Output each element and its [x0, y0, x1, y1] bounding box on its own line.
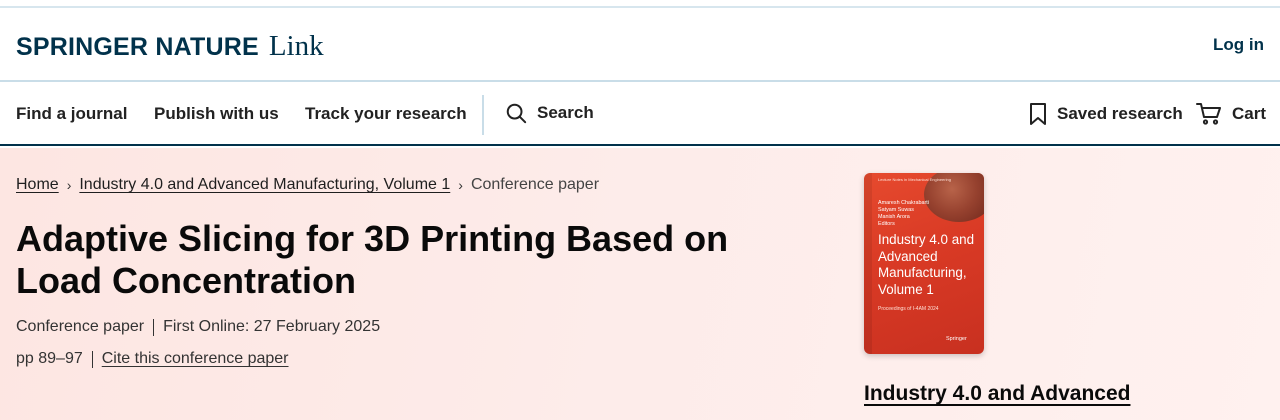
first-online-date: First Online: 27 February 2025 [163, 318, 381, 335]
site-header: SPRINGER NATURE Link Log in [0, 10, 1280, 82]
cover-editor: Amaresh Chakrabarti [878, 200, 929, 206]
content-type: Conference paper [16, 318, 145, 335]
breadcrumb-current: Conference paper [470, 176, 600, 193]
springer-nature-link-logo[interactable]: SPRINGER NATURE Link [16, 30, 324, 63]
nav-track-research[interactable]: Track your research [305, 104, 467, 124]
chevron-right-icon: › [66, 177, 72, 193]
cover-editor-label: Editors [878, 221, 895, 227]
search-icon [505, 102, 527, 124]
cite-link[interactable]: Cite this conference paper [102, 350, 289, 368]
cover-editors: Amaresh Chakrabarti Satyam Suwas Manish … [878, 200, 929, 228]
saved-research-button[interactable]: Saved research [1029, 102, 1183, 126]
cover-title: Industry 4.0 and Advanced Manufacturing,… [878, 232, 975, 297]
chevron-right-icon: › [458, 177, 463, 193]
book-title-link[interactable]: Industry 4.0 and Advanced [864, 382, 1130, 406]
cover-subtitle: Proceedings of I-4AM 2024 [878, 306, 939, 312]
cover-publisher: Springer [946, 336, 967, 342]
article-hero: Home › Industry 4.0 and Advanced Manufac… [0, 148, 1280, 420]
cart-label: Cart [1232, 104, 1267, 123]
page-title: Adaptive Slicing for 3D Printing Based o… [16, 218, 729, 301]
main-nav: Find a journal Publish with us Track you… [0, 84, 1280, 146]
meta-divider [153, 318, 155, 336]
cover-editor: Manish Arora [878, 214, 910, 220]
article-pages-line: pp 89–97 Cite this conference paper [16, 350, 289, 368]
cart-icon [1196, 102, 1222, 126]
search-label: Search [537, 103, 594, 122]
page-range: pp 89–97 [16, 350, 83, 367]
nav-find-journal[interactable]: Find a journal [16, 104, 127, 124]
cover-spine-band [864, 173, 872, 354]
book-cover[interactable]: Lecture Notes in Mechanical Engineering … [864, 173, 984, 354]
bookmark-icon [1029, 102, 1047, 126]
breadcrumb-home[interactable]: Home [16, 176, 59, 194]
article-meta: Conference paper First Online: 27 Februa… [16, 318, 380, 336]
saved-research-label: Saved research [1057, 104, 1183, 123]
search-button[interactable]: Search [505, 102, 594, 124]
breadcrumb-book[interactable]: Industry 4.0 and Advanced Manufacturing,… [79, 176, 450, 194]
brand-secondary: Link [268, 30, 324, 62]
meta-divider [91, 350, 93, 368]
login-link[interactable]: Log in [1213, 35, 1264, 55]
breadcrumb: Home › Industry 4.0 and Advanced Manufac… [16, 176, 599, 194]
cover-series: Lecture Notes in Mechanical Engineering [878, 177, 951, 182]
nav-divider [482, 95, 484, 135]
top-stripe [0, 0, 1280, 8]
brand-primary: SPRINGER NATURE [16, 33, 259, 61]
cover-editor: Satyam Suwas [878, 207, 914, 213]
nav-publish-with-us[interactable]: Publish with us [154, 104, 279, 124]
cart-button[interactable]: Cart [1196, 102, 1266, 126]
